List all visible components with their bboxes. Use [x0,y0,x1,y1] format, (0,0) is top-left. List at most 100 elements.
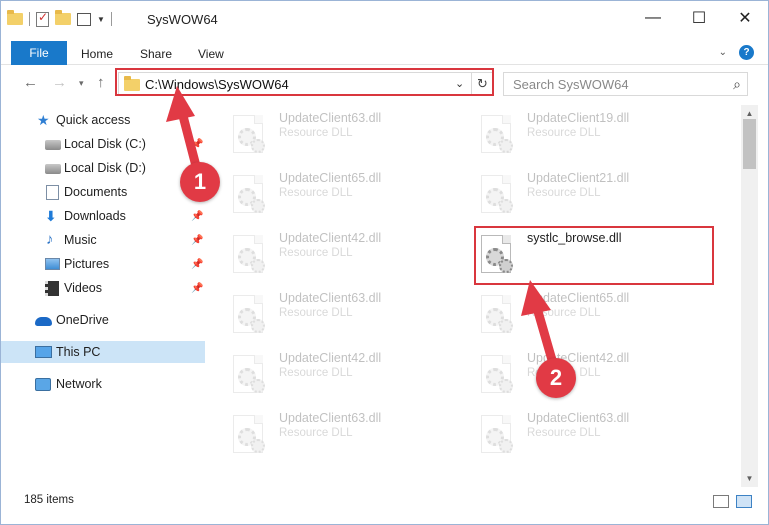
maximize-button[interactable]: ☐ [676,1,722,35]
file-type: Resource DLL [527,187,601,199]
toolbar-separator [110,12,112,26]
forward-arrow-icon[interactable]: → [52,74,67,91]
quick-access-toolbar: ▼ [7,9,112,29]
file-tile[interactable]: UpdateClient63.dll Resource DLL [208,405,443,455]
file-tile[interactable]: UpdateClient65.dll Resource DLL [456,285,691,335]
dll-file-icon [233,115,265,153]
nav-item-label: Pictures [64,257,110,271]
file-name: UpdateClient42.dll [279,231,382,245]
file-tile[interactable]: UpdateClient19.dll Resource DLL [456,105,691,155]
back-arrow-icon[interactable]: ← [23,74,38,91]
large-icons-view-icon[interactable] [736,495,752,508]
nav-item-quick-access[interactable]: ★ Quick access [1,109,205,131]
downloads-icon: ⬇ [45,208,57,224]
nav-item-local-disk-d[interactable]: Local Disk (D:) [1,157,205,179]
folder-icon[interactable] [7,10,23,25]
file-name: UpdateClient63.dll [279,291,382,305]
dll-file-icon [233,175,265,213]
expand-ribbon-chevron-icon[interactable]: ⌄ [719,47,727,58]
dll-file-icon [481,355,513,393]
file-tile[interactable]: UpdateClient63.dll Resource DLL [456,405,691,455]
file-name: UpdateClient21.dll [527,171,630,185]
nav-item-documents[interactable]: Documents 📌 [1,181,205,203]
file-type: Resource DLL [279,127,353,139]
pin-icon[interactable]: 📌 [191,235,203,246]
file-name: UpdateClient63.dll [527,411,630,425]
ribbon-tabs: File Home Share View ⌄ ? [1,41,768,65]
nav-item-label: This PC [56,345,101,359]
gear-icon [238,308,265,333]
dll-file-icon [233,295,265,333]
nav-item-onedrive[interactable]: OneDrive [1,309,205,331]
tab-file[interactable]: File [11,41,67,65]
details-view-icon[interactable] [713,495,729,508]
tab-view[interactable]: View [198,47,224,61]
scroll-thumb[interactable] [743,119,756,169]
pictures-icon [45,258,60,270]
nav-item-label: OneDrive [56,313,109,327]
gear-icon [238,248,265,273]
dll-file-icon [481,295,513,333]
item-count: 185 items [24,494,74,506]
file-tile[interactable]: UpdateClient21.dll Resource DLL [456,165,691,215]
pin-icon[interactable]: 📌 [191,259,203,270]
file-name: UpdateClient42.dll [279,351,382,365]
file-tile[interactable]: UpdateClient63.dll Resource DLL [208,285,443,335]
nav-item-pictures[interactable]: Pictures 📌 [1,253,205,275]
vertical-scrollbar[interactable]: ▲ ▼ [741,105,758,487]
dll-file-icon [233,415,265,453]
nav-item-label: Downloads [64,209,126,223]
nav-item-music[interactable]: ♪ Music 📌 [1,229,205,251]
nav-item-label: Documents [64,185,128,199]
search-icon[interactable]: ⌕ [733,76,741,93]
nav-item-label: Local Disk (C:) [64,137,146,151]
search-input[interactable]: Search SysWOW64 [513,77,629,92]
nav-item-label: Quick access [56,113,131,127]
nav-item-this-pc[interactable]: This PC [1,341,205,363]
file-name: UpdateClient63.dll [279,411,382,425]
step-badge-2: 2 [536,358,576,398]
pin-icon[interactable]: 📌 [191,211,203,222]
tab-home[interactable]: Home [81,47,113,61]
search-box[interactable]: Search SysWOW64 ⌕ [503,72,748,96]
up-arrow-icon[interactable]: ↑ [97,74,105,91]
videos-icon [45,281,59,296]
tab-share[interactable]: Share [140,47,172,61]
minimize-button[interactable]: — [630,1,676,35]
nav-item-local-disk-c[interactable]: Local Disk (C:) 📌 [1,133,205,155]
close-button[interactable]: ✕ [722,1,768,35]
properties-icon[interactable] [77,12,91,26]
nav-item-downloads[interactable]: ⬇ Downloads 📌 [1,205,205,227]
nav-item-label: Network [56,377,102,391]
nav-item-videos[interactable]: Videos 📌 [1,277,205,299]
drive-icon [45,164,61,174]
title-bar: ▼ SysWOW64 — ☐ ✕ [1,1,768,37]
status-bar: 185 items [1,489,768,515]
scroll-down-icon[interactable]: ▼ [741,470,758,487]
onedrive-icon [35,317,52,326]
gear-icon [486,428,513,453]
gear-icon [486,188,513,213]
properties-check-icon[interactable] [36,10,49,27]
help-icon[interactable]: ? [739,45,754,60]
pin-icon[interactable]: 📌 [191,139,203,150]
recent-locations-chevron-icon[interactable]: ▾ [79,78,84,89]
gear-icon [238,428,265,453]
pin-icon[interactable]: 📌 [191,283,203,294]
gear-icon [486,368,513,393]
file-tile[interactable]: UpdateClient42.dll Resource DLL [208,225,443,275]
file-tile[interactable]: UpdateClient65.dll Resource DLL [208,165,443,215]
file-type: Resource DLL [279,367,353,379]
dll-file-icon [481,115,513,153]
file-type: Resource DLL [279,187,353,199]
file-type: Resource DLL [527,427,601,439]
file-name: UpdateClient63.dll [279,111,382,125]
music-icon: ♪ [46,231,54,248]
file-tile[interactable]: UpdateClient42.dll Resource DLL [208,345,443,395]
new-folder-icon[interactable] [55,10,71,25]
window-controls: — ☐ ✕ [630,1,768,35]
nav-item-network[interactable]: Network [1,373,205,395]
file-name: UpdateClient65.dll [527,291,630,305]
file-tile[interactable]: UpdateClient63.dll Resource DLL [208,105,443,155]
customize-toolbar-chevron-icon[interactable]: ▼ [97,15,105,24]
